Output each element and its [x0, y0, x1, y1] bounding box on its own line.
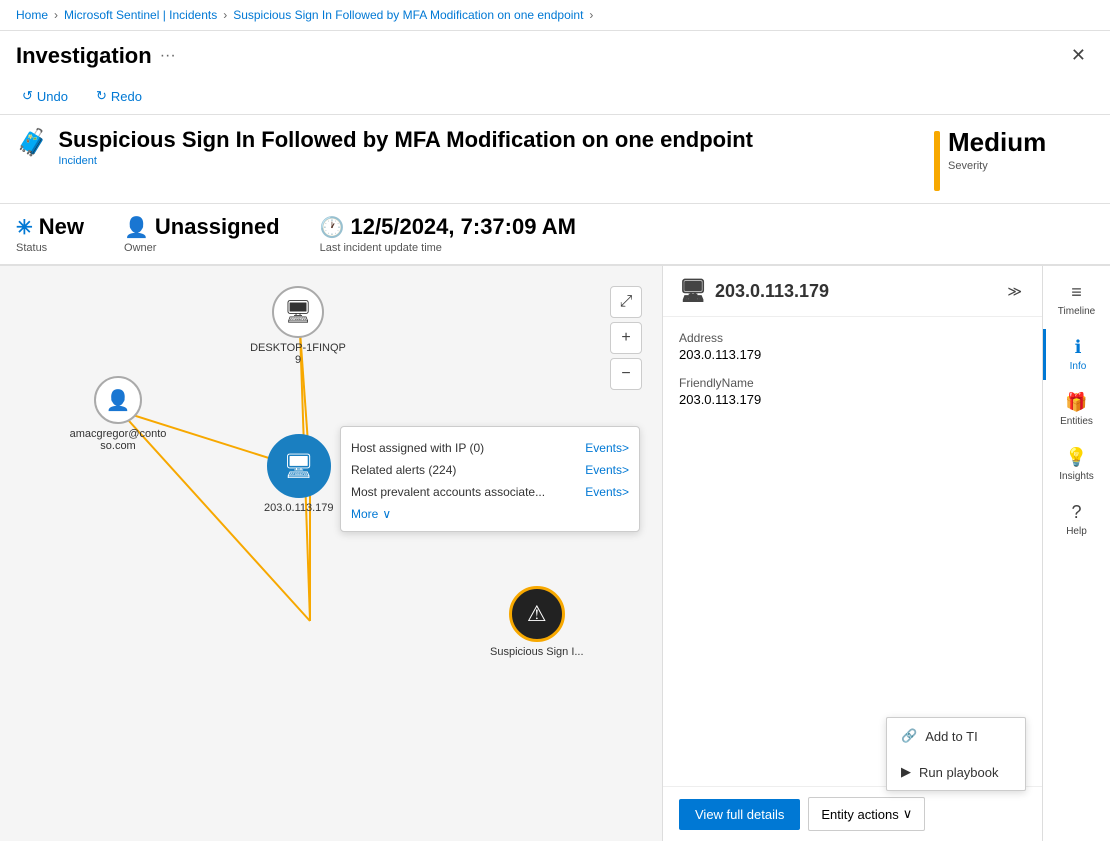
- detail-friendly-field: FriendlyName 203.0.113.179: [679, 376, 1026, 407]
- popup-more-label: More: [351, 507, 378, 521]
- popup-chevron-icon: ∨: [382, 507, 391, 521]
- run-playbook-label: Run playbook: [919, 765, 999, 780]
- sidebar-help-button[interactable]: ? Help: [1043, 494, 1110, 545]
- entity-actions-button[interactable]: Entity actions ∨: [808, 797, 925, 831]
- detail-address-value: 203.0.113.179: [679, 347, 1026, 362]
- incident-type-label: Incident: [58, 155, 753, 167]
- graph-fit-button[interactable]: ⤢: [610, 286, 642, 318]
- help-label: Help: [1066, 526, 1087, 537]
- node-user[interactable]: 👤 amacgregor@contoso.com: [68, 376, 168, 452]
- breadcrumb-home[interactable]: Home: [16, 8, 48, 22]
- node-desktop[interactable]: 🖥 DESKTOP-1FINQP9: [248, 286, 348, 366]
- view-full-details-button[interactable]: View full details: [679, 799, 800, 830]
- entity-actions-dropdown: 🔗 Add to TI ▶ Run playbook: [886, 717, 1026, 791]
- redo-icon: ↻: [96, 88, 107, 104]
- node-ip[interactable]: 🖥 ⚙ + 203.0.113.179: [264, 434, 334, 514]
- owner-value: Unassigned: [155, 214, 280, 240]
- detail-icon: 🖥: [679, 278, 707, 304]
- graph-controls: ⤢ + −: [610, 286, 642, 390]
- help-icon: ?: [1071, 502, 1081, 523]
- breadcrumb-sep2: ›: [223, 8, 227, 22]
- insights-label: Insights: [1059, 471, 1093, 482]
- detail-friendly-label: FriendlyName: [679, 376, 1026, 390]
- info-icon: ℹ: [1075, 337, 1082, 358]
- add-to-ti-icon: 🔗: [901, 728, 917, 744]
- entities-icon: 🎁: [1065, 392, 1087, 413]
- detail-panel: 🖥 203.0.113.179 ≫ Address 203.0.113.179 …: [662, 266, 1042, 841]
- incident-title: Suspicious Sign In Followed by MFA Modif…: [58, 127, 753, 153]
- run-playbook-icon: ▶: [901, 764, 911, 780]
- detail-address-label: Address: [679, 331, 1026, 345]
- run-playbook-item[interactable]: ▶ Run playbook: [887, 754, 1025, 790]
- breadcrumb-incident[interactable]: Suspicious Sign In Followed by MFA Modif…: [233, 8, 583, 22]
- add-to-ti-label: Add to TI: [925, 729, 978, 744]
- popup-row3-label: Most prevalent accounts associate...: [351, 485, 545, 499]
- popup-row2-link[interactable]: Events>: [585, 463, 629, 477]
- right-sidebar: ≡ Timeline ℹ Info 🎁 Entities 💡 Insights …: [1042, 266, 1110, 841]
- undo-button[interactable]: ↺ Undo: [16, 84, 74, 108]
- status-value: New: [39, 214, 84, 240]
- owner-icon: 👤: [124, 215, 149, 240]
- popup-more[interactable]: More ∨: [351, 503, 629, 521]
- redo-button[interactable]: ↻ Redo: [90, 84, 148, 108]
- popup-row-3: Most prevalent accounts associate... Eve…: [351, 481, 629, 503]
- timeline-label: Timeline: [1058, 306, 1095, 317]
- detail-friendly-value: 203.0.113.179: [679, 392, 1026, 407]
- sidebar-entities-button[interactable]: 🎁 Entities: [1043, 384, 1110, 435]
- graph-zoom-in-button[interactable]: +: [610, 322, 642, 354]
- breadcrumb-arrow: ›: [589, 8, 593, 22]
- sidebar-timeline-button[interactable]: ≡ Timeline: [1043, 274, 1110, 325]
- time-value: 12/5/2024, 7:37:09 AM: [351, 214, 576, 240]
- insights-icon: 💡: [1065, 447, 1087, 468]
- entities-label: Entities: [1060, 416, 1093, 427]
- owner-label: Owner: [124, 242, 280, 254]
- status-label: Status: [16, 242, 84, 254]
- page-title: Investigation: [16, 43, 152, 69]
- popup-row2-label: Related alerts (224): [351, 463, 456, 477]
- severity-bar: [934, 131, 940, 191]
- popup-row1-link[interactable]: Events>: [585, 441, 629, 455]
- breadcrumb-sentinel[interactable]: Microsoft Sentinel | Incidents: [64, 8, 217, 22]
- detail-address-field: Address 203.0.113.179: [679, 331, 1026, 362]
- graph-zoom-out-button[interactable]: −: [610, 358, 642, 390]
- breadcrumb: Home › Microsoft Sentinel | Incidents › …: [0, 0, 1110, 31]
- popup-row1-label: Host assigned with IP (0): [351, 441, 484, 455]
- entity-actions-chevron: ∨: [903, 806, 913, 822]
- clock-icon: 🕐: [320, 215, 345, 240]
- redo-label: Redo: [111, 89, 142, 104]
- detail-expand-button[interactable]: ≫: [1003, 279, 1026, 304]
- detail-title: 🖥 203.0.113.179: [679, 278, 829, 304]
- status-icon: ✳: [16, 215, 33, 240]
- entity-actions-label: Entity actions: [821, 807, 898, 822]
- timeline-icon: ≡: [1071, 282, 1082, 303]
- popup-row3-link[interactable]: Events>: [585, 485, 629, 499]
- time-label: Last incident update time: [320, 242, 576, 254]
- severity-value: Medium: [948, 127, 1046, 158]
- undo-icon: ↺: [22, 88, 33, 104]
- incident-icon: 🧳: [16, 127, 48, 158]
- add-to-ti-item[interactable]: 🔗 Add to TI: [887, 718, 1025, 754]
- popup-card: Host assigned with IP (0) Events> Relate…: [340, 426, 640, 532]
- popup-row-2: Related alerts (224) Events>: [351, 459, 629, 481]
- severity-label: Severity: [948, 160, 1046, 172]
- breadcrumb-sep1: ›: [54, 8, 58, 22]
- graph-area: 🖥 DESKTOP-1FINQP9 👤 amacgregor@contoso.c…: [0, 266, 662, 841]
- node-suspicious[interactable]: ⚠ Suspicious Sign I...: [490, 586, 584, 658]
- detail-title-text: 203.0.113.179: [715, 281, 829, 302]
- popup-row-1: Host assigned with IP (0) Events>: [351, 437, 629, 459]
- title-more-icon[interactable]: ···: [160, 47, 176, 65]
- undo-label: Undo: [37, 89, 68, 104]
- sidebar-insights-button[interactable]: 💡 Insights: [1043, 439, 1110, 490]
- info-label: Info: [1070, 361, 1087, 372]
- close-button[interactable]: ✕: [1063, 41, 1094, 70]
- sidebar-info-button[interactable]: ℹ Info: [1043, 329, 1110, 380]
